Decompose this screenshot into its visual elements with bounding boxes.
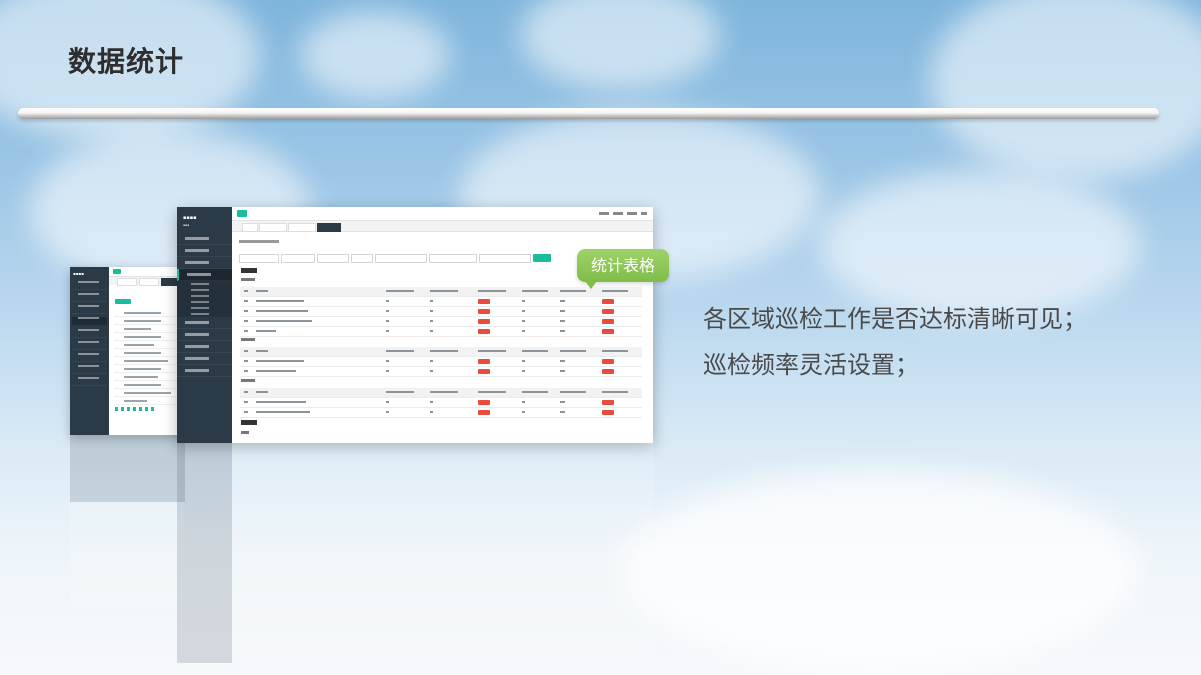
main-screenshot-reflection [177,443,653,663]
description: 各区域巡检工作是否达标清晰可见； 巡检频率灵活设置； [703,296,1087,388]
description-line-1: 各区域巡检工作是否达标清晰可见； [703,305,1087,333]
cloud [930,0,1201,180]
main-sidebar: ▪▪▪▪ ▪▪▪ [177,207,232,443]
small-brand-mark: ▪▪▪▪ [73,271,84,276]
main-filter-bar [239,254,579,263]
main-screenshot: ▪▪▪▪ ▪▪▪ [177,207,653,443]
small-add-button [115,299,131,304]
main-topbar [232,207,653,221]
small-screenshot: ▪▪▪▪ [70,267,185,435]
description-line-2: 巡检频率灵活设置； [703,351,919,379]
main-top-links [599,212,647,215]
main-menu-toggle [237,210,247,217]
slide-title: 数据统计 [68,45,185,78]
main-brand-mark: ▪▪▪▪ [183,215,197,221]
title-divider [18,108,1159,119]
cloud [300,10,450,100]
small-tabs [109,277,185,286]
cloud [520,0,720,90]
small-menu-toggle [113,269,121,274]
small-screenshot-reflection [70,435,185,603]
cloud [620,470,1140,670]
small-pager [115,407,155,411]
small-sidebar: ▪▪▪▪ [70,267,109,435]
stats-table-callout: 统计表格 [577,249,669,289]
main-tabs [232,221,653,232]
main-page-heading [239,240,279,243]
